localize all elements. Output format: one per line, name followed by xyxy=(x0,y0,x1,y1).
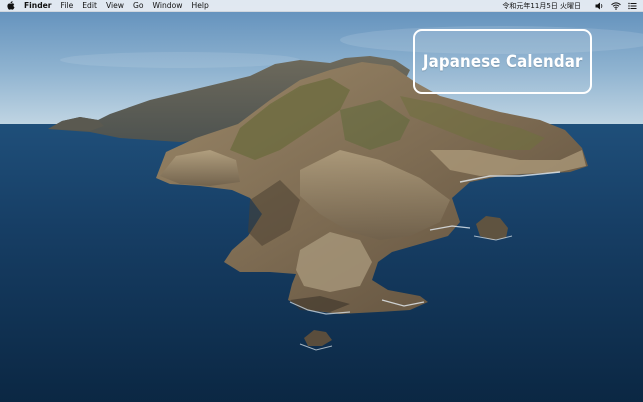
menu-right-group: 令和元年11月5日 火曜日 xyxy=(502,0,637,12)
menu-app-finder[interactable]: Finder xyxy=(24,0,52,12)
volume-icon[interactable] xyxy=(595,0,604,12)
menu-bar: Finder File Edit View Go Window Help 令和元… xyxy=(0,0,643,12)
menu-go[interactable]: Go xyxy=(133,0,144,12)
menu-left-group: Finder File Edit View Go Window Help xyxy=(6,0,218,12)
menu-clock[interactable]: 令和元年11月5日 火曜日 xyxy=(502,0,581,12)
menu-help[interactable]: Help xyxy=(191,0,208,12)
menu-file[interactable]: File xyxy=(61,0,74,12)
list-icon[interactable] xyxy=(628,0,637,12)
wifi-icon[interactable] xyxy=(611,0,621,12)
menu-window[interactable]: Window xyxy=(153,0,183,12)
app-title: Japanese Calendar xyxy=(422,51,583,72)
menu-view[interactable]: View xyxy=(106,0,124,12)
app-title-badge: Japanese Calendar xyxy=(413,29,592,94)
desktop: Finder File Edit View Go Window Help 令和元… xyxy=(0,0,643,402)
apple-icon[interactable] xyxy=(6,1,15,11)
menu-edit[interactable]: Edit xyxy=(82,0,97,12)
